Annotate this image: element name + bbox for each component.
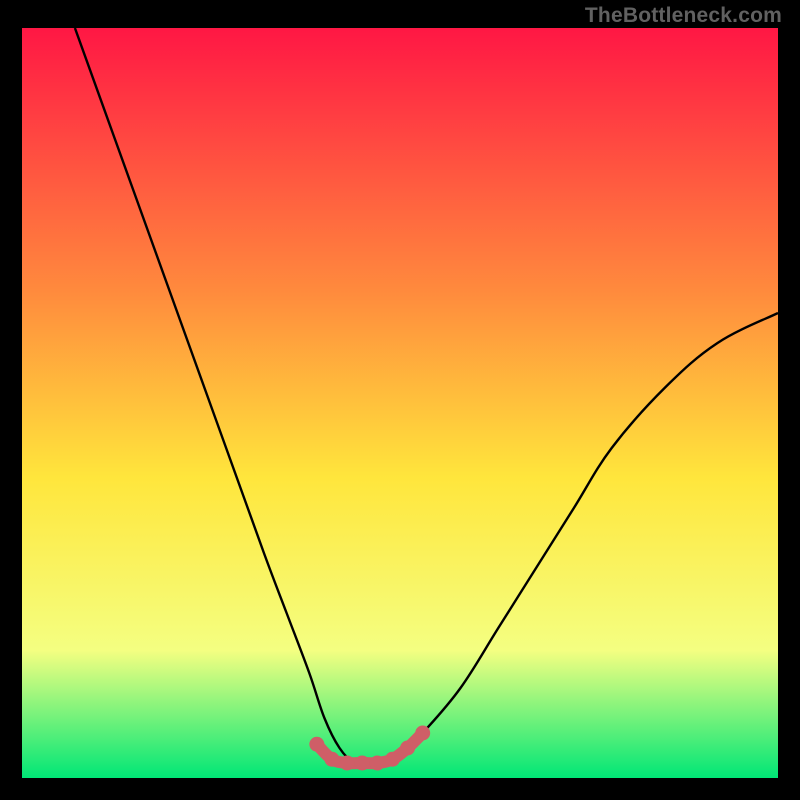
- chart-svg: [22, 28, 778, 778]
- marker-dot: [370, 756, 385, 771]
- gradient-background: [22, 28, 778, 778]
- marker-dot: [355, 756, 370, 771]
- marker-dot: [309, 737, 324, 752]
- marker-dot: [415, 726, 430, 741]
- chart-plot: [22, 28, 778, 778]
- marker-dot: [340, 756, 355, 771]
- marker-dot: [400, 741, 415, 756]
- watermark-text: TheBottleneck.com: [585, 4, 782, 28]
- marker-dot: [324, 752, 339, 767]
- marker-dot: [385, 752, 400, 767]
- chart-frame: TheBottleneck.com: [0, 0, 800, 800]
